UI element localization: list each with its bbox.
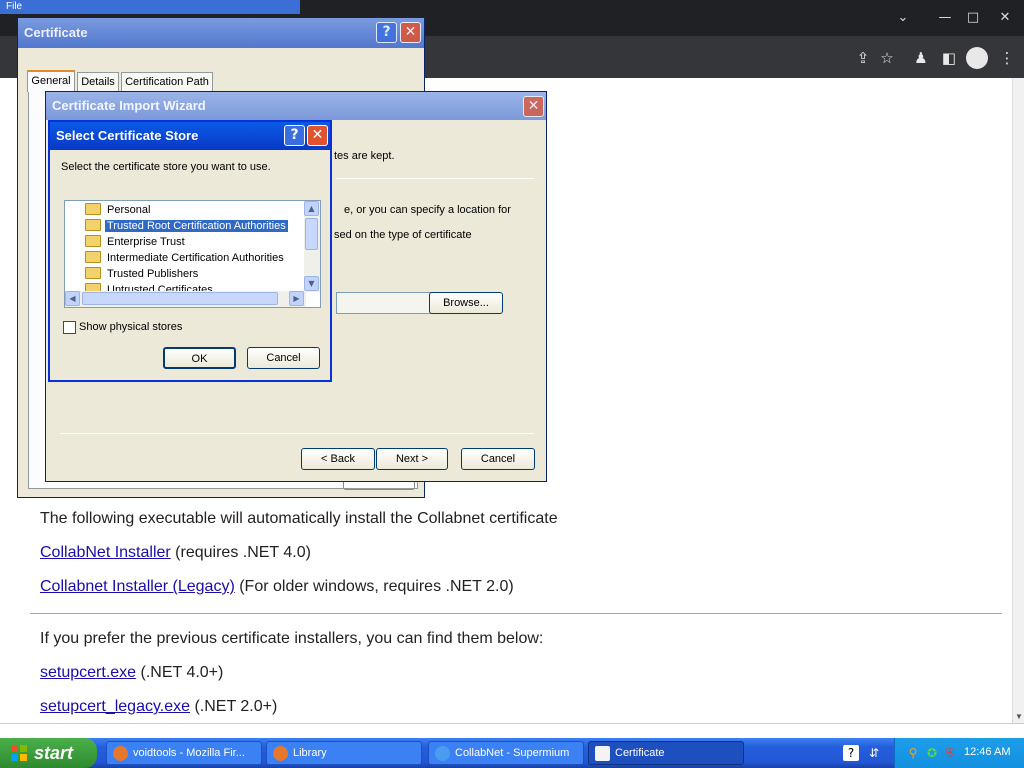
back-button[interactable]: < Back	[301, 448, 375, 470]
wizard-title: Certificate Import Wizard	[46, 92, 546, 120]
tree-item-trusted-publishers[interactable]: Trusted Publishers	[85, 267, 200, 282]
legacy-note: (For older windows, requires .NET 2.0)	[234, 578, 514, 595]
folder-icon	[85, 235, 101, 248]
scroll-down-icon[interactable]: ▼	[304, 276, 319, 291]
setupcert-legacy-line: setupcert_legacy.exe (.NET 2.0+)	[40, 698, 277, 716]
certificate-icon	[595, 746, 610, 761]
wizard-text-2: e, or you can specify a location for	[344, 204, 511, 216]
next-button[interactable]: Next >	[376, 448, 448, 470]
network-tray-icon[interactable]: ⇵	[866, 745, 882, 761]
maximize-button[interactable]: □	[958, 8, 988, 28]
help-tray-icon[interactable]: ?	[843, 745, 859, 761]
shield-tray-icon[interactable]: ⛨	[942, 745, 958, 761]
search-tray-icon[interactable]: ⚲	[905, 745, 921, 761]
close-button[interactable]: ✕	[307, 125, 328, 146]
store-tree[interactable]: Personal Trusted Root Certification Auth…	[64, 200, 321, 308]
extensions-icon[interactable]: ♟	[910, 48, 932, 68]
setupcert-line: setupcert.exe (.NET 4.0+)	[40, 664, 223, 682]
folder-icon	[85, 251, 101, 264]
wizard-text-3: sed on the type of certificate	[334, 229, 472, 241]
previous-intro-text: If you prefer the previous certificate i…	[40, 630, 544, 647]
minimize-button[interactable]: —	[930, 8, 960, 28]
scroll-thumb[interactable]	[82, 292, 278, 305]
taskbar-item-library[interactable]: Library	[266, 741, 422, 765]
tree-horizontal-scrollbar[interactable]: ◀ ▶	[65, 291, 306, 307]
menu-hint[interactable]: File	[0, 0, 300, 14]
ok-button[interactable]: OK	[163, 347, 236, 369]
tree-item-trusted-root[interactable]: Trusted Root Certification Authorities	[85, 219, 289, 234]
show-physical-label: Show physical stores	[79, 321, 183, 333]
browser-bottom-edge	[0, 723, 1024, 738]
tab-list-button[interactable]: ⌄	[888, 8, 918, 28]
taskbar-item-certificate[interactable]: Certificate	[588, 741, 744, 765]
share-icon[interactable]: ⇪	[852, 48, 874, 68]
tab-details[interactable]: Details	[77, 72, 119, 91]
clock[interactable]: 12:46 AM	[964, 746, 1010, 758]
divider	[30, 613, 1002, 614]
setupcert-legacy-link[interactable]: setupcert_legacy.exe	[40, 698, 190, 715]
store-prompt: Select the certificate store you want to…	[61, 161, 271, 173]
tab-certification-path[interactable]: Certification Path	[121, 72, 213, 91]
profile-icon[interactable]	[966, 47, 988, 69]
close-button[interactable]: ✕	[400, 22, 421, 43]
collabnet-installer-link[interactable]: CollabNet Installer	[40, 544, 171, 561]
windows-logo-icon	[11, 745, 27, 761]
tree-vertical-scrollbar[interactable]: ▲ ▼	[304, 201, 320, 292]
scroll-right-icon[interactable]: ▶	[289, 291, 304, 306]
firefox-icon	[113, 746, 128, 761]
scroll-thumb[interactable]	[305, 218, 318, 250]
tree-item-intermediate[interactable]: Intermediate Certification Authorities	[85, 251, 286, 266]
folder-icon	[85, 203, 101, 216]
setupcert-link[interactable]: setupcert.exe	[40, 664, 136, 681]
wizard-text-1: tes are kept.	[334, 150, 395, 162]
installer-line: CollabNet Installer (requires .NET 4.0)	[40, 544, 311, 562]
close-button[interactable]: ✕	[990, 8, 1020, 28]
folder-icon	[85, 219, 101, 232]
setupcert-note: (.NET 4.0+)	[136, 664, 224, 681]
cancel-button[interactable]: Cancel	[247, 347, 320, 369]
star-icon[interactable]: ☆	[876, 48, 898, 68]
collabnet-legacy-link[interactable]: Collabnet Installer (Legacy)	[40, 578, 235, 595]
select-store-dialog: Select Certificate Store ? ✕ Select the …	[48, 120, 332, 382]
help-button[interactable]: ?	[376, 22, 397, 43]
tab-general[interactable]: General	[27, 70, 75, 92]
browse-button[interactable]: Browse...	[429, 292, 503, 314]
sidebar-icon[interactable]: ◧	[938, 48, 960, 68]
intro-text: The following executable will automatica…	[40, 510, 558, 527]
certificate-title: Certificate	[18, 18, 424, 48]
show-physical-checkbox[interactable]	[63, 321, 76, 334]
page-scrollbar[interactable]: ▼	[1012, 78, 1024, 723]
tree-item-personal[interactable]: Personal	[85, 203, 152, 218]
taskbar-item-voidtools[interactable]: voidtools - Mozilla Fir...	[106, 741, 262, 765]
menu-icon[interactable]: ⋮	[996, 48, 1018, 68]
firefox-icon	[273, 746, 288, 761]
legacy-installer-line: Collabnet Installer (Legacy) (For older …	[40, 578, 514, 596]
cancel-button[interactable]: Cancel	[461, 448, 535, 470]
taskbar-item-collabnet[interactable]: CollabNet - Supermium	[428, 741, 584, 765]
scroll-down-icon[interactable]: ▼	[1015, 712, 1023, 721]
folder-icon	[85, 267, 101, 280]
security-tray-icon[interactable]: ✪	[924, 745, 940, 761]
scroll-up-icon[interactable]: ▲	[304, 201, 319, 216]
supermium-icon	[435, 746, 450, 761]
installer-note: (requires .NET 4.0)	[170, 544, 311, 561]
help-button[interactable]: ?	[284, 125, 305, 146]
tree-item-enterprise-trust[interactable]: Enterprise Trust	[85, 235, 187, 250]
wizard-divider-bottom	[60, 433, 534, 434]
scroll-left-icon[interactable]: ◀	[65, 291, 80, 306]
close-button[interactable]: ✕	[523, 96, 544, 117]
wizard-divider-top	[336, 178, 534, 179]
setupcert-legacy-note: (.NET 2.0+)	[190, 698, 278, 715]
